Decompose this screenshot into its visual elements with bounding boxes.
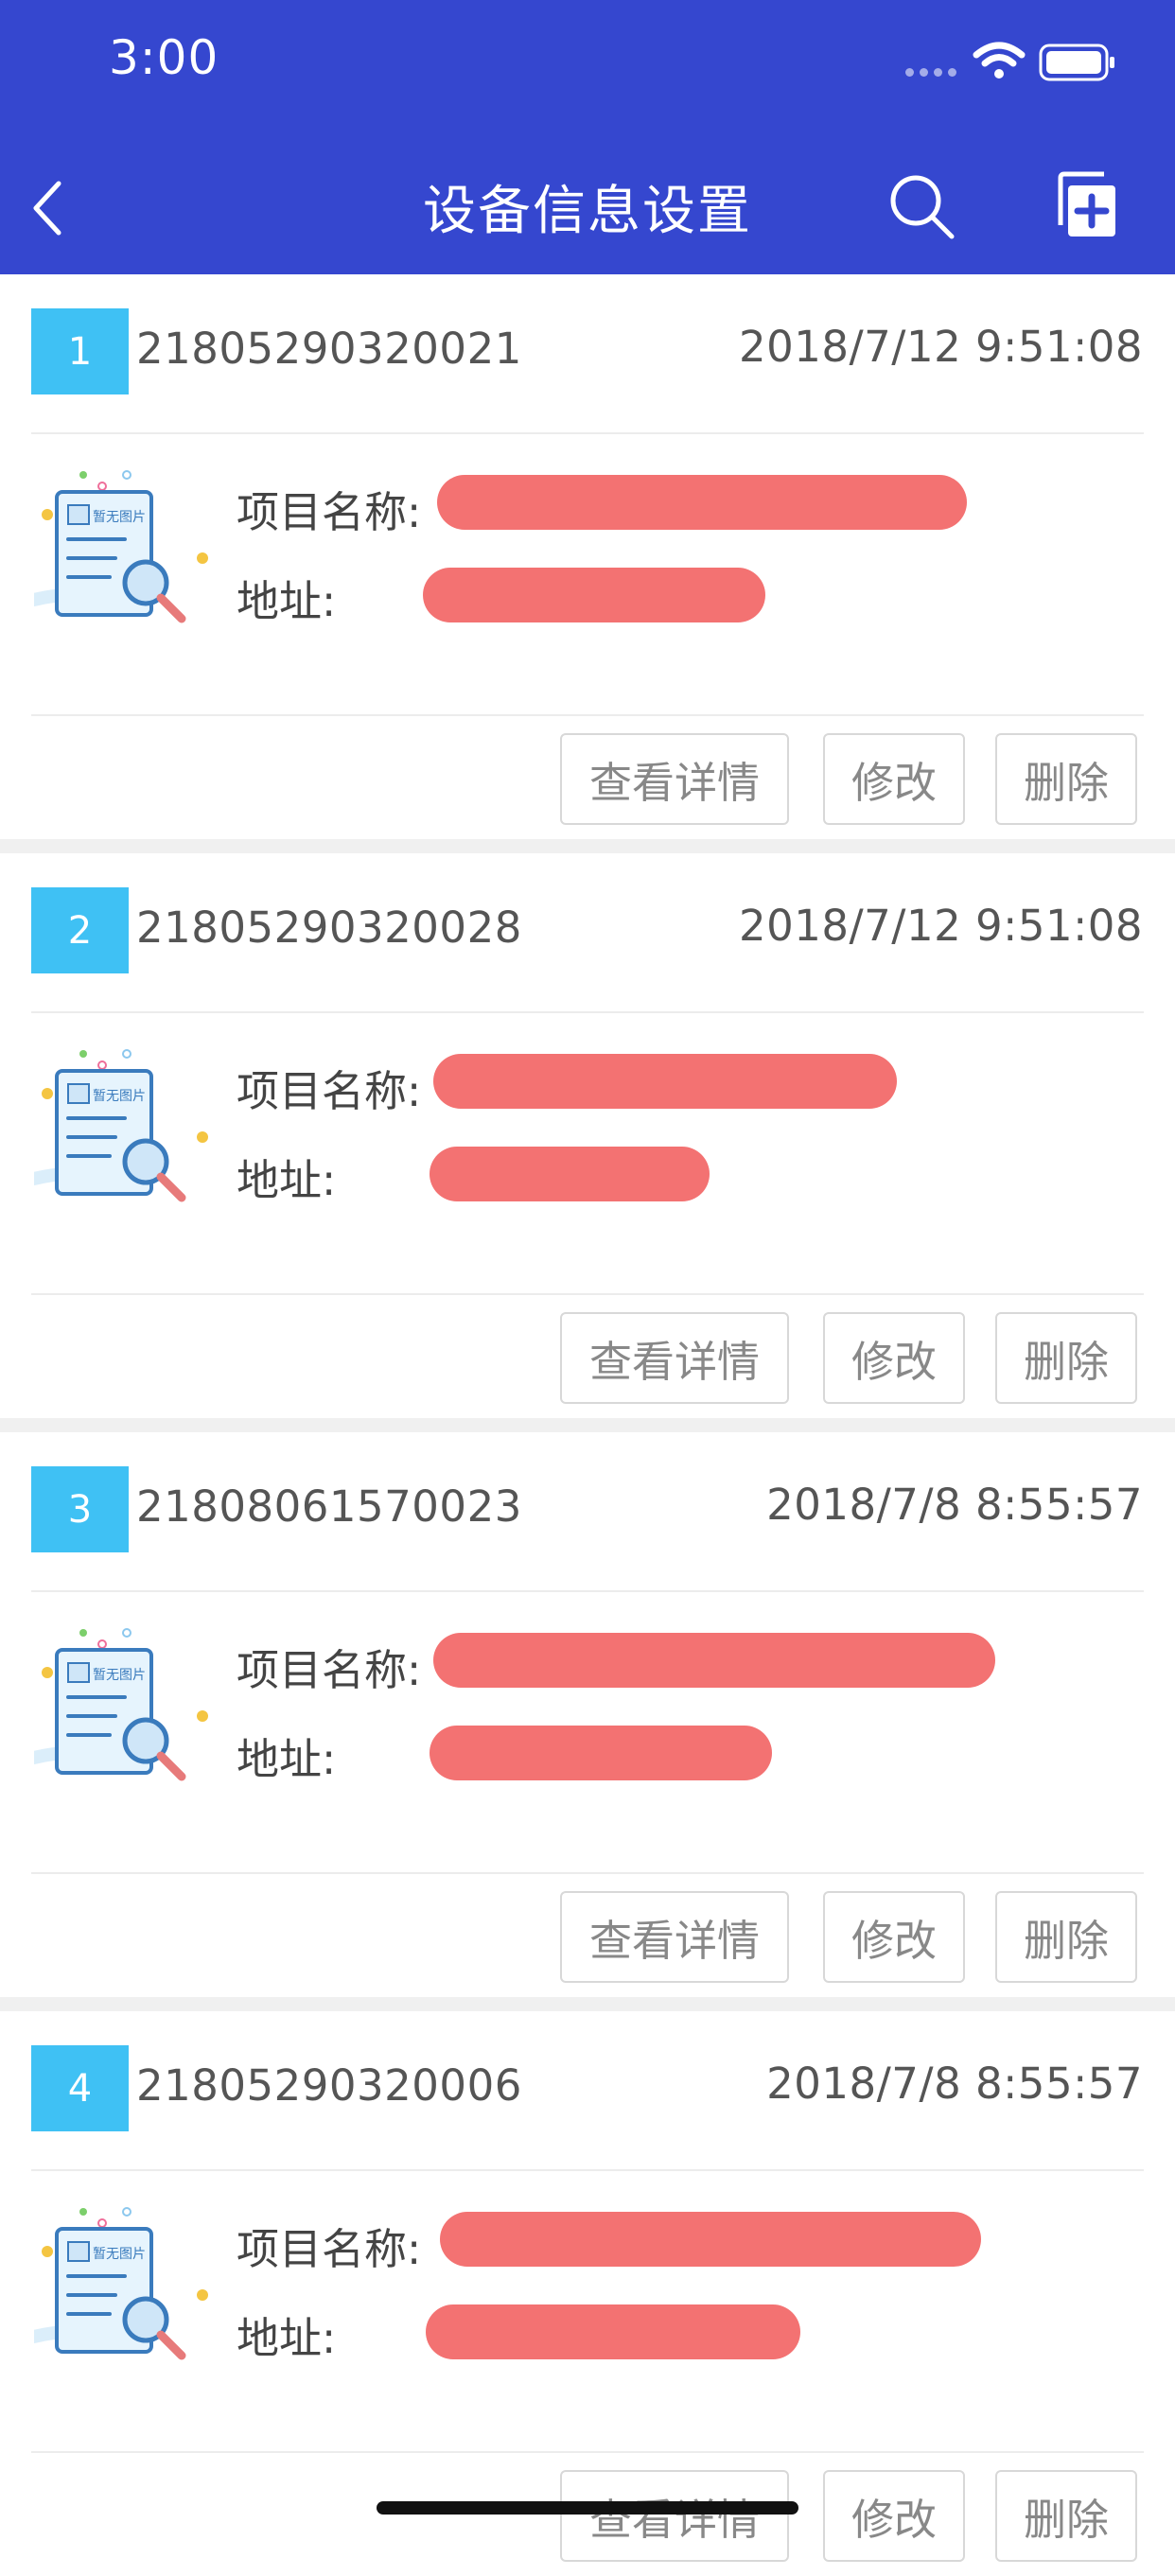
page-title: 设备信息设置	[423, 181, 752, 242]
device-code: 21805290320028	[136, 902, 522, 953]
address-label: 地址:	[237, 1155, 337, 1205]
redacted-address	[423, 568, 765, 622]
divider	[31, 2169, 1144, 2171]
timestamp: 2018/7/8 8:55:57	[766, 2059, 1143, 2109]
timestamp: 2018/7/12 9:51:08	[738, 322, 1143, 372]
edit-button[interactable]: 修改	[823, 1891, 965, 1983]
list-item: 3 21808061570023 2018/7/8 8:55:57 暂无图片 项…	[0, 1432, 1175, 1997]
card-separator	[0, 1418, 1175, 1432]
project-name-label: 项目名称:	[237, 487, 422, 537]
card-separator	[0, 1997, 1175, 2011]
view-details-button[interactable]: 查看详情	[560, 1312, 789, 1404]
battery-icon	[1039, 44, 1114, 81]
view-details-button[interactable]: 查看详情	[560, 1891, 789, 1983]
redacted-address	[426, 2304, 800, 2359]
view-details-button[interactable]: 查看详情	[560, 733, 789, 825]
redacted-project-name	[440, 2212, 981, 2267]
divider	[31, 432, 1144, 434]
divider	[31, 1872, 1144, 1874]
no-image-placeholder-icon: 暂无图片	[34, 2207, 208, 2360]
project-name-label: 项目名称:	[237, 1645, 422, 1695]
no-image-placeholder-icon: 暂无图片	[34, 1628, 208, 1781]
project-name-label: 项目名称:	[237, 1066, 422, 1116]
index-badge: 1	[31, 308, 129, 394]
add-document-icon[interactable]	[1055, 170, 1121, 240]
index-badge: 3	[31, 1466, 129, 1552]
device-code: 21808061570023	[136, 1481, 522, 1532]
divider	[31, 1293, 1144, 1295]
address-label: 地址:	[237, 2313, 337, 2363]
edit-button[interactable]: 修改	[823, 2470, 965, 2562]
edit-button[interactable]: 修改	[823, 733, 965, 825]
device-code: 21805290320006	[136, 2060, 522, 2111]
delete-button[interactable]: 删除	[995, 733, 1137, 825]
redacted-address	[430, 1726, 772, 1780]
project-name-label: 项目名称:	[237, 2224, 422, 2274]
placeholder-text: 暂无图片	[93, 1089, 146, 1104]
edit-button[interactable]: 修改	[823, 1312, 965, 1404]
card-separator	[0, 839, 1175, 853]
signal-icon	[905, 68, 956, 77]
redacted-address	[430, 1147, 710, 1201]
no-image-placeholder-icon: 暂无图片	[34, 470, 208, 623]
no-image-placeholder-icon: 暂无图片	[34, 1049, 208, 1202]
address-label: 地址:	[237, 1734, 337, 1784]
divider	[31, 714, 1144, 716]
timestamp: 2018/7/8 8:55:57	[766, 1480, 1143, 1530]
redacted-project-name	[433, 1633, 995, 1688]
placeholder-text: 暂无图片	[93, 1668, 146, 1683]
placeholder-text: 暂无图片	[93, 510, 146, 525]
list-item: 4 21805290320006 2018/7/8 8:55:57 暂无图片 项…	[0, 2011, 1175, 2576]
list-item: 2 21805290320028 2018/7/12 9:51:08 暂无图片 …	[0, 853, 1175, 1418]
delete-button[interactable]: 删除	[995, 1312, 1137, 1404]
view-details-button[interactable]: 查看详情	[560, 2470, 789, 2562]
home-indicator[interactable]	[377, 2501, 798, 2515]
status-time: 3:00	[109, 30, 219, 85]
search-icon[interactable]	[884, 168, 959, 244]
device-code: 21805290320021	[136, 324, 522, 374]
redacted-project-name	[433, 1054, 897, 1109]
divider	[31, 2451, 1144, 2453]
timestamp: 2018/7/12 9:51:08	[738, 901, 1143, 951]
wifi-icon	[973, 42, 1026, 79]
list-item: 1 21805290320021 2018/7/12 9:51:08 暂无图片 …	[0, 274, 1175, 839]
delete-button[interactable]: 删除	[995, 2470, 1137, 2562]
divider	[31, 1590, 1144, 1592]
index-badge: 2	[31, 887, 129, 973]
delete-button[interactable]: 删除	[995, 1891, 1137, 1983]
divider	[31, 1011, 1144, 1013]
index-badge: 4	[31, 2045, 129, 2131]
header: 3:00 设备信息设置	[0, 0, 1175, 274]
address-label: 地址:	[237, 576, 337, 626]
redacted-project-name	[437, 475, 967, 530]
placeholder-text: 暂无图片	[93, 2247, 146, 2262]
